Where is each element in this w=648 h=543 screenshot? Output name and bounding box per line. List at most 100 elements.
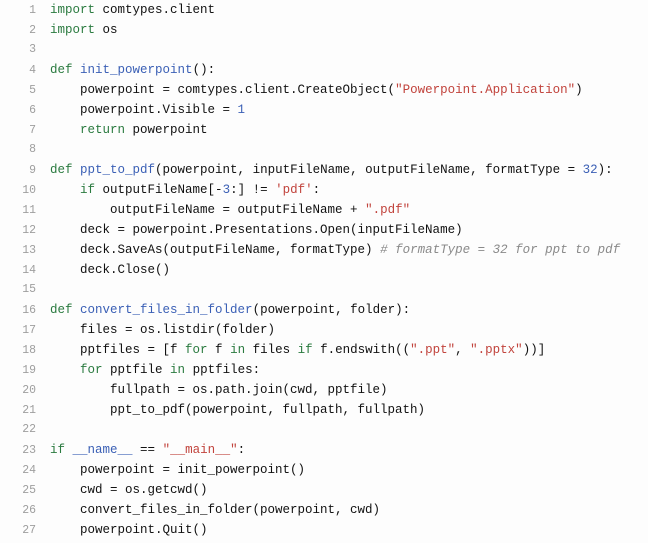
token-sp: __name__ — [73, 443, 133, 457]
code-content: powerpoint = init_powerpoint() — [50, 460, 648, 480]
code-line: 17 files = os.listdir(folder) — [0, 320, 648, 340]
line-number: 7 — [0, 121, 50, 141]
token-k: import — [50, 23, 95, 37]
code-content: ppt_to_pdf(powerpoint, fullpath, fullpat… — [50, 400, 648, 420]
code-line: 26 convert_files_in_folder(powerpoint, c… — [0, 500, 648, 520]
code-line: 27 powerpoint.Quit() — [0, 520, 648, 540]
code-block: 1import comtypes.client2import os34def i… — [0, 0, 648, 540]
line-number: 16 — [0, 301, 50, 321]
code-line: 19 for pptfile in pptfiles: — [0, 360, 648, 380]
code-line: 12 deck = powerpoint.Presentations.Open(… — [0, 220, 648, 240]
code-line: 10 if outputFileName[-3:] != 'pdf': — [0, 180, 648, 200]
code-line: 3 — [0, 40, 648, 60]
code-content: if __name__ == "__main__": — [50, 440, 648, 460]
token-num: 1 — [238, 103, 246, 117]
line-number: 27 — [0, 521, 50, 541]
line-number: 10 — [0, 181, 50, 201]
code-line: 13 deck.SaveAs(outputFileName, formatTyp… — [0, 240, 648, 260]
line-number: 25 — [0, 481, 50, 501]
code-content: def ppt_to_pdf(powerpoint, inputFileName… — [50, 160, 648, 180]
token-num: 32 — [583, 163, 598, 177]
line-number: 4 — [0, 61, 50, 81]
token-str: "__main__" — [163, 443, 238, 457]
code-content: deck.SaveAs(outputFileName, formatType) … — [50, 240, 648, 260]
code-content: for pptfile in pptfiles: — [50, 360, 648, 380]
code-content: fullpath = os.path.join(cwd, pptfile) — [50, 380, 648, 400]
token-k: if — [50, 443, 65, 457]
code-line: 20 fullpath = os.path.join(cwd, pptfile) — [0, 380, 648, 400]
code-content: pptfiles = [f for f in files if f.endswi… — [50, 340, 648, 360]
code-line: 14 deck.Close() — [0, 260, 648, 280]
code-line: 23if __name__ == "__main__": — [0, 440, 648, 460]
line-number: 23 — [0, 441, 50, 461]
line-number: 17 — [0, 321, 50, 341]
code-line: 18 pptfiles = [f for f in files if f.end… — [0, 340, 648, 360]
code-line: 9def ppt_to_pdf(powerpoint, inputFileNam… — [0, 160, 648, 180]
code-line: 5 powerpoint = comtypes.client.CreateObj… — [0, 80, 648, 100]
line-number: 9 — [0, 161, 50, 181]
line-number: 19 — [0, 361, 50, 381]
code-content: return powerpoint — [50, 120, 648, 140]
token-k: in — [170, 363, 185, 377]
code-content: deck = powerpoint.Presentations.Open(inp… — [50, 220, 648, 240]
code-line: 16def convert_files_in_folder(powerpoint… — [0, 300, 648, 320]
code-content: powerpoint = comtypes.client.CreateObjec… — [50, 80, 648, 100]
code-content: import os — [50, 20, 648, 40]
token-str: "Powerpoint.Application" — [395, 83, 575, 97]
token-fn: ppt_to_pdf — [80, 163, 155, 177]
line-number: 15 — [0, 280, 50, 300]
code-content: files = os.listdir(folder) — [50, 320, 648, 340]
line-number: 2 — [0, 21, 50, 41]
code-content: deck.Close() — [50, 260, 648, 280]
token-str: ".ppt" — [410, 343, 455, 357]
code-content: powerpoint.Visible = 1 — [50, 100, 648, 120]
code-content: convert_files_in_folder(powerpoint, cwd) — [50, 500, 648, 520]
code-content: cwd = os.getcwd() — [50, 480, 648, 500]
line-number: 3 — [0, 40, 50, 60]
code-content: def convert_files_in_folder(powerpoint, … — [50, 300, 648, 320]
code-line: 21 ppt_to_pdf(powerpoint, fullpath, full… — [0, 400, 648, 420]
token-k: if — [80, 183, 95, 197]
line-number: 21 — [0, 401, 50, 421]
code-line: 25 cwd = os.getcwd() — [0, 480, 648, 500]
line-number: 11 — [0, 201, 50, 221]
code-content: outputFileName = outputFileName + ".pdf" — [50, 200, 648, 220]
line-number: 6 — [0, 101, 50, 121]
token-k: def — [50, 63, 73, 77]
token-k: if — [298, 343, 313, 357]
token-fn: convert_files_in_folder — [80, 303, 253, 317]
token-cmt: # formatType = 32 for ppt to pdf — [380, 243, 620, 257]
line-number: 20 — [0, 381, 50, 401]
token-k: in — [230, 343, 245, 357]
code-line: 24 powerpoint = init_powerpoint() — [0, 460, 648, 480]
line-number: 14 — [0, 261, 50, 281]
code-line: 4def init_powerpoint(): — [0, 60, 648, 80]
line-number: 26 — [0, 501, 50, 521]
token-str: ".pptx" — [470, 343, 523, 357]
code-line: 1import comtypes.client — [0, 0, 648, 20]
line-number: 1 — [0, 1, 50, 21]
token-k: for — [80, 363, 103, 377]
code-content: if outputFileName[-3:] != 'pdf': — [50, 180, 648, 200]
token-k: import — [50, 3, 95, 17]
line-number: 12 — [0, 221, 50, 241]
code-line: 22 — [0, 420, 648, 440]
token-k: def — [50, 163, 73, 177]
line-number: 18 — [0, 341, 50, 361]
line-number: 22 — [0, 420, 50, 440]
line-number: 5 — [0, 81, 50, 101]
line-number: 13 — [0, 241, 50, 261]
code-line: 11 outputFileName = outputFileName + ".p… — [0, 200, 648, 220]
token-str: 'pdf' — [275, 183, 313, 197]
token-fn: init_powerpoint — [80, 63, 193, 77]
token-num: 3 — [223, 183, 231, 197]
code-line: 2import os — [0, 20, 648, 40]
token-k: for — [185, 343, 208, 357]
code-line: 7 return powerpoint — [0, 120, 648, 140]
code-line: 15 — [0, 280, 648, 300]
line-number: 8 — [0, 140, 50, 160]
code-line: 6 powerpoint.Visible = 1 — [0, 100, 648, 120]
code-content: def init_powerpoint(): — [50, 60, 648, 80]
token-k: def — [50, 303, 73, 317]
token-k: return — [80, 123, 125, 137]
